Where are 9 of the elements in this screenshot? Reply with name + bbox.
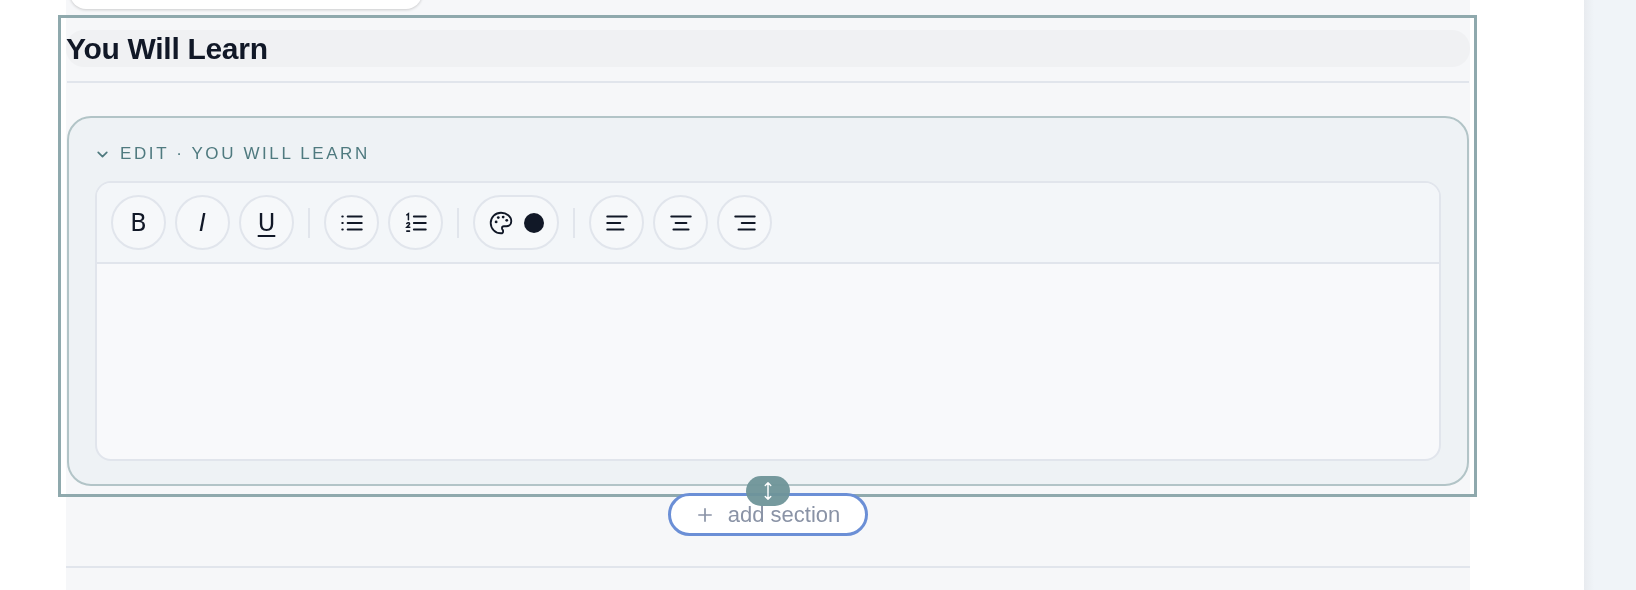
bold-button[interactable]: B [111, 195, 166, 250]
italic-button[interactable]: I [175, 195, 230, 250]
palette-icon [488, 209, 514, 236]
underline-button[interactable]: U [239, 195, 294, 250]
editor-title: EDIT · YOU WILL LEARN [120, 144, 370, 164]
vertical-arrows-icon [762, 480, 774, 502]
section-heading[interactable]: You Will Learn [66, 31, 268, 66]
plus-icon [695, 505, 714, 524]
section-block[interactable]: You Will Learn EDIT · YOU WILL LEARN B I U [58, 15, 1477, 497]
